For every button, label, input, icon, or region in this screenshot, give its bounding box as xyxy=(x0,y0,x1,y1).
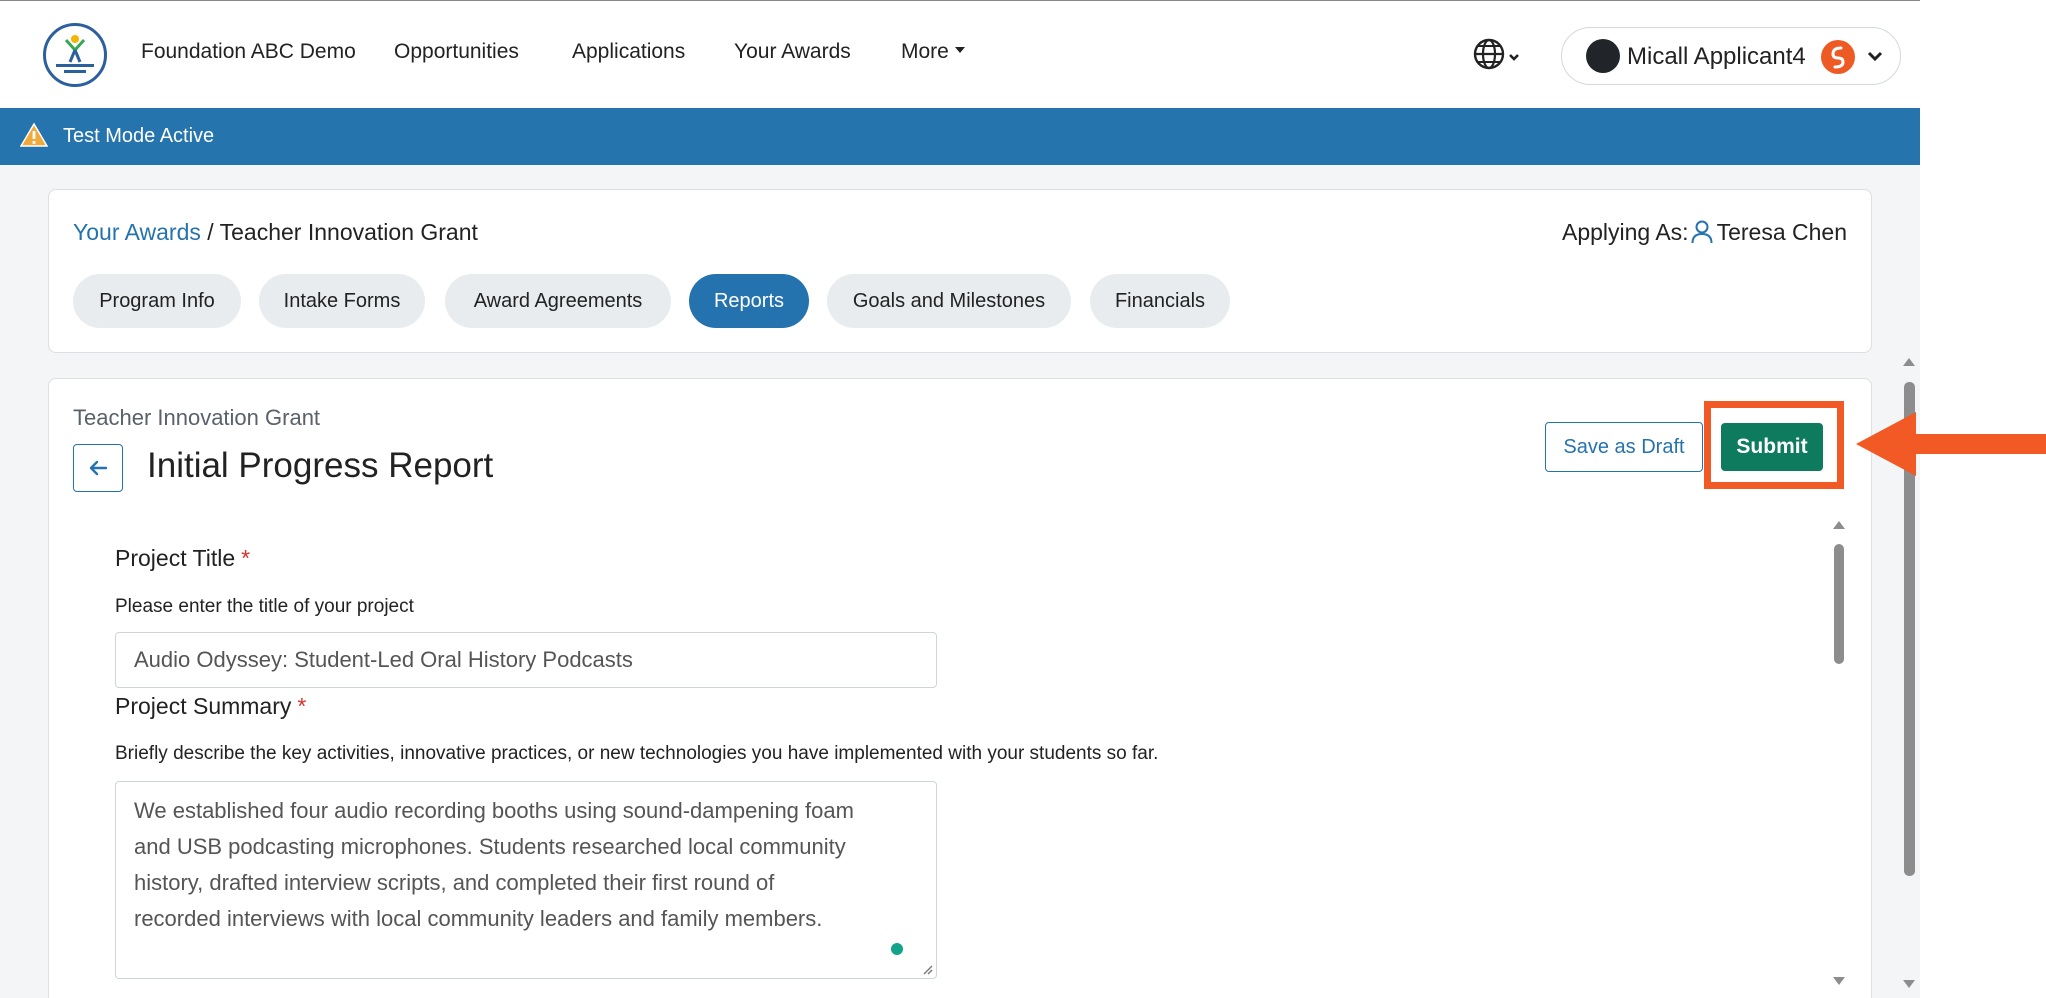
applying-as-label: Applying As: xyxy=(1561,219,1689,245)
pointer-arrow-icon xyxy=(1856,412,2046,476)
tab-reports[interactable]: Reports xyxy=(689,274,809,328)
required-marker: * xyxy=(297,693,307,719)
project-title-input[interactable]: Audio Odyssey: Student-Led Oral History … xyxy=(115,632,937,688)
project-title-help: Please enter the title of your project xyxy=(115,596,414,617)
test-mode-banner: Test Mode Active xyxy=(0,108,1920,165)
tab-intake-forms[interactable]: Intake Forms xyxy=(259,274,425,328)
project-summary-label: Project Summary * xyxy=(115,693,306,720)
user-menu-button[interactable]: Micall Applicant4 xyxy=(1561,27,1901,85)
form-scrollbar-thumb[interactable] xyxy=(1834,544,1844,664)
person-icon xyxy=(1691,220,1713,243)
back-button[interactable] xyxy=(73,444,123,492)
grammar-check-indicator[interactable] xyxy=(891,943,903,955)
navbar: Foundation ABC Demo Opportunities Applic… xyxy=(0,1,1920,108)
nav-more-label: More xyxy=(901,40,949,63)
submit-highlight-box xyxy=(1704,401,1844,489)
form-scrollbar[interactable] xyxy=(1831,519,1845,985)
breadcrumb-current: Teacher Innovation Grant xyxy=(219,219,478,245)
warning-icon xyxy=(20,122,48,147)
brand-name[interactable]: Foundation ABC Demo xyxy=(141,40,356,64)
applying-as: Applying As: Teresa Chen xyxy=(1562,219,1847,246)
nav-your-awards[interactable]: Your Awards xyxy=(734,40,851,64)
nav-opportunities[interactable]: Opportunities xyxy=(394,40,519,64)
scroll-up-icon xyxy=(1903,358,1915,366)
nav-applications[interactable]: Applications xyxy=(572,40,685,64)
breadcrumb-separator: / xyxy=(200,219,220,245)
scroll-up-icon xyxy=(1833,521,1845,529)
project-summary-textarea[interactable]: We established four audio recording boot… xyxy=(115,781,937,979)
chevron-down-icon xyxy=(1867,51,1883,62)
scroll-down-icon xyxy=(1903,980,1915,988)
breadcrumb-your-awards-link[interactable]: Your Awards xyxy=(73,219,201,245)
avatar xyxy=(1586,39,1620,73)
nav-more[interactable]: More xyxy=(901,40,965,64)
caret-down-icon xyxy=(954,47,965,54)
project-title-label-text: Project Title xyxy=(115,545,236,571)
resize-handle-icon[interactable] xyxy=(921,963,933,975)
user-name: Micall Applicant4 xyxy=(1627,43,1806,70)
save-as-draft-button[interactable]: Save as Draft xyxy=(1545,422,1703,472)
test-mode-label: Test Mode Active xyxy=(63,125,215,147)
tab-goals-and-milestones[interactable]: Goals and Milestones xyxy=(827,274,1071,328)
tab-financials[interactable]: Financials xyxy=(1090,274,1230,328)
language-selector[interactable] xyxy=(1472,37,1526,73)
breadcrumb: Your Awards / Teacher Innovation Grant xyxy=(73,219,478,246)
project-summary-label-text: Project Summary xyxy=(115,693,292,719)
scroll-down-icon xyxy=(1833,977,1845,985)
globe-icon xyxy=(1473,38,1519,70)
project-summary-help: Briefly describe the key activities, inn… xyxy=(115,743,1159,764)
project-title-label: Project Title * xyxy=(115,545,250,572)
arrow-left-icon xyxy=(89,460,108,476)
award-header-card: Your Awards / Teacher Innovation Grant A… xyxy=(48,189,1872,353)
tab-program-info[interactable]: Program Info xyxy=(73,274,241,328)
applying-as-name: Teresa Chen xyxy=(1716,219,1847,245)
report-program-name: Teacher Innovation Grant xyxy=(73,405,321,430)
user-badge-icon xyxy=(1821,40,1855,74)
page-title: Initial Progress Report xyxy=(147,446,494,485)
tab-award-agreements[interactable]: Award Agreements xyxy=(445,274,671,328)
report-card: Teacher Innovation Grant Initial Progres… xyxy=(48,378,1872,998)
required-marker: * xyxy=(241,545,251,571)
app-window: Foundation ABC Demo Opportunities Applic… xyxy=(0,0,1920,998)
foundation-logo[interactable] xyxy=(43,23,107,87)
